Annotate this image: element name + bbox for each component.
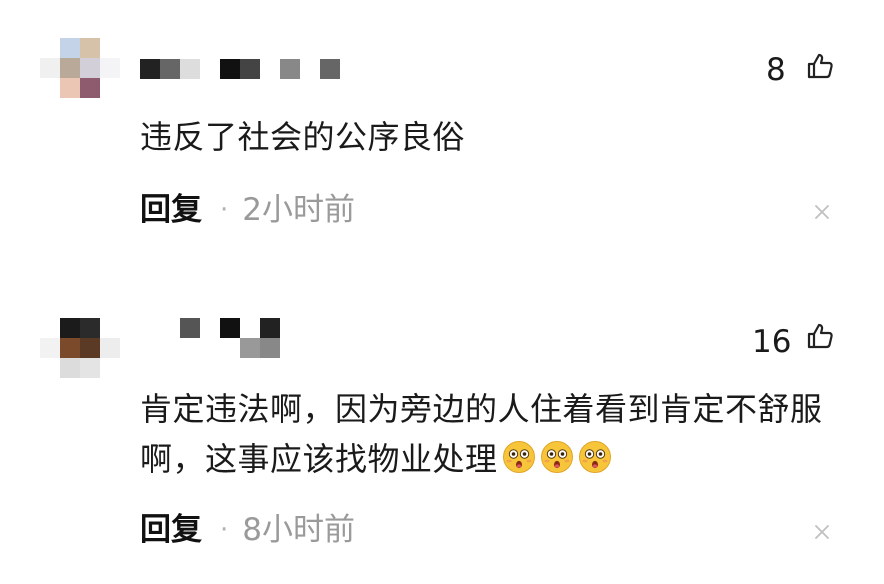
thumbs-up-icon[interactable] <box>806 52 834 80</box>
comment-item: 16 肯定违法啊，因为旁边的人住着看到肯定不舒服啊，这事应该找物业处理 回复 ·… <box>0 260 884 584</box>
flushed-face-icon <box>502 441 535 473</box>
timestamp: 2小时前 <box>242 192 355 228</box>
comment-meta: 回复 · 8小时前 <box>140 508 355 552</box>
comment-item: 8 违反了社会的公序良俗 回复 · 2小时前 <box>0 0 884 260</box>
comment-text: 违反了社会的公序良俗 <box>140 118 466 156</box>
like-count: 16 <box>752 324 792 360</box>
separator-dot: · <box>220 195 229 225</box>
reply-button[interactable]: 回复 <box>140 512 202 548</box>
thumbs-up-icon[interactable] <box>806 322 834 350</box>
reply-button[interactable]: 回复 <box>140 192 202 228</box>
close-icon[interactable] <box>810 520 834 544</box>
like-count: 8 <box>766 52 786 88</box>
username-redacted[interactable] <box>140 59 345 79</box>
close-icon[interactable] <box>810 200 834 224</box>
comment-body: 肯定违法啊，因为旁边的人住着看到肯定不舒服啊，这事应该找物业处理 <box>140 390 823 478</box>
flushed-face-icon <box>578 441 611 473</box>
comment-text: 肯定违法啊，因为旁边的人住着看到肯定不舒服啊，这事应该找物业处理 <box>140 384 840 484</box>
separator-dot: · <box>220 515 229 545</box>
avatar[interactable] <box>40 318 120 378</box>
comment-meta: 回复 · 2小时前 <box>140 188 355 232</box>
avatar[interactable] <box>40 38 120 98</box>
username-redacted[interactable] <box>180 318 280 358</box>
timestamp: 8小时前 <box>242 512 355 548</box>
flushed-face-icon <box>540 441 573 473</box>
